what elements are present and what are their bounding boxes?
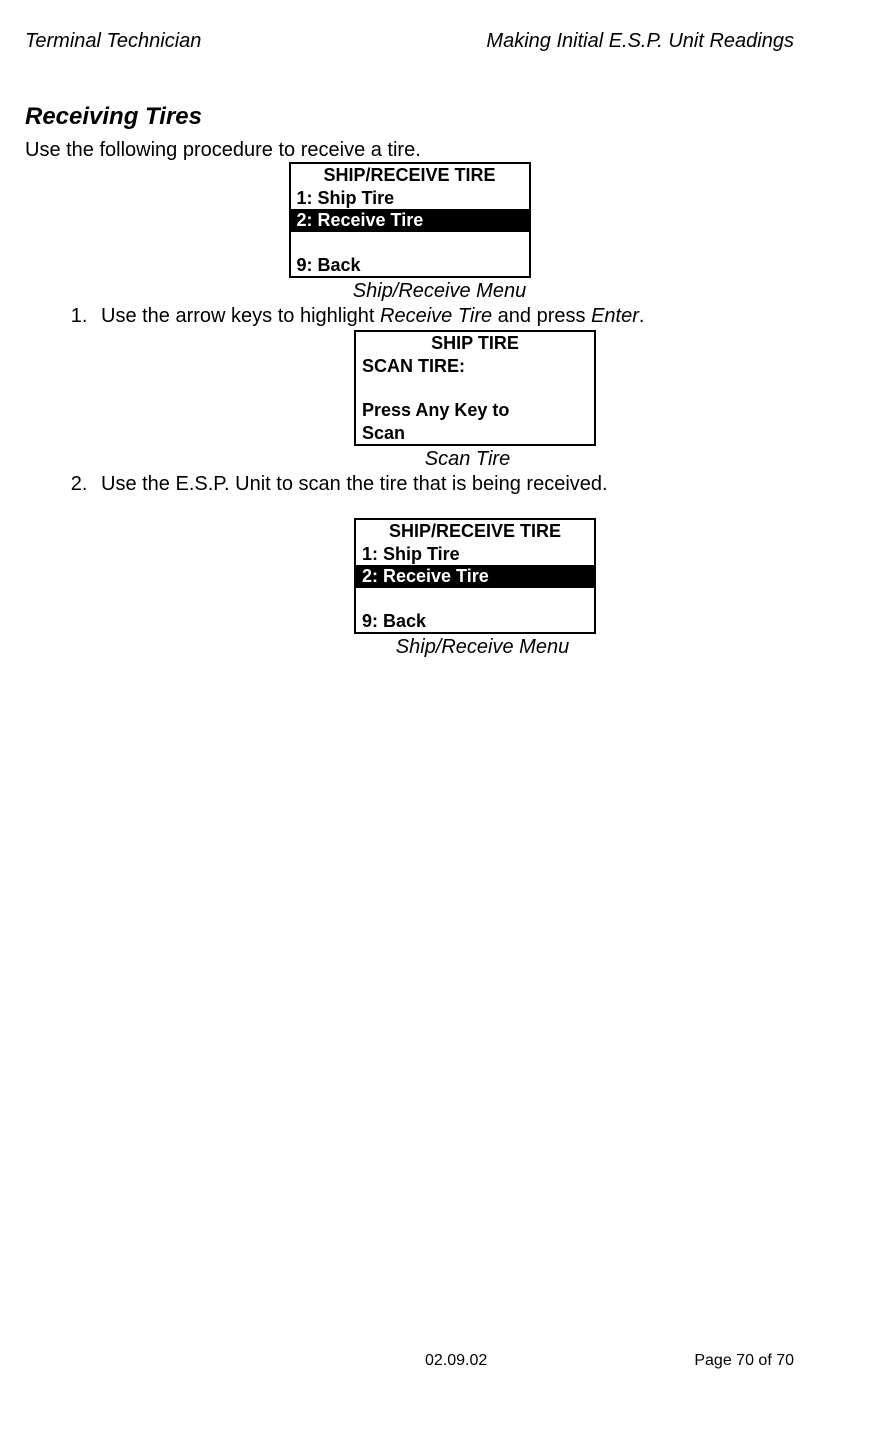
step-1: Use the arrow keys to highlight Receive … (93, 305, 794, 471)
scan-line-2: Press Any Key to (356, 399, 594, 422)
scan-line-1: SCAN TIRE: (356, 355, 594, 378)
blank-line (356, 377, 594, 399)
screen-menu-1: SHIP/RECEIVE TIRE 1: Ship Tire 2: Receiv… (25, 162, 794, 303)
menu-option-1: 1: Ship Tire (356, 543, 594, 566)
screen-caption: Ship/Receive Menu (25, 280, 794, 303)
header-left: Terminal Technician (25, 30, 201, 53)
page-footer: 02.09.02 Page 70 of 70 (25, 1352, 794, 1370)
blank-line (356, 588, 594, 610)
step-text-italic: Receive Tire (380, 305, 492, 327)
step-1-text: Use the arrow keys to highlight Receive … (101, 305, 794, 328)
menu-option-2-selected: 2: Receive Tire (291, 209, 529, 232)
footer-date: 02.09.02 (425, 1352, 487, 1370)
menu-option-2-selected: 2: Receive Tire (356, 565, 594, 588)
screen-title: SHIP/RECEIVE TIRE (356, 520, 594, 543)
footer-page: Page 70 of 70 (694, 1352, 794, 1370)
menu-back: 9: Back (356, 610, 594, 633)
step-2: Use the E.S.P. Unit to scan the tire tha… (93, 473, 794, 659)
screen-title: SHIP TIRE (356, 332, 594, 355)
step-text-part: Use the arrow keys to highlight (101, 305, 380, 327)
menu-back: 9: Back (291, 254, 529, 277)
page-header: Terminal Technician Making Initial E.S.P… (25, 30, 794, 53)
screen-menu-2: SHIP/RECEIVE TIRE 1: Ship Tire 2: Receiv… (101, 518, 794, 659)
step-text-part: and press (492, 305, 591, 327)
blank-line (291, 232, 529, 254)
screen-box: SHIP/RECEIVE TIRE 1: Ship Tire 2: Receiv… (289, 162, 531, 278)
section-title: Receiving Tires (25, 103, 794, 131)
intro-text: Use the following procedure to receive a… (25, 139, 794, 162)
header-right: Making Initial E.S.P. Unit Readings (486, 30, 794, 53)
screen-title: SHIP/RECEIVE TIRE (291, 164, 529, 187)
screen-box: SHIP/RECEIVE TIRE 1: Ship Tire 2: Receiv… (354, 518, 596, 634)
screen-caption: Ship/Receive Menu (101, 636, 794, 659)
step-text-italic: Enter (591, 305, 639, 327)
screen-scan: SHIP TIRE SCAN TIRE: Press Any Key to Sc… (101, 330, 794, 471)
menu-option-1: 1: Ship Tire (291, 187, 529, 210)
screen-box: SHIP TIRE SCAN TIRE: Press Any Key to Sc… (354, 330, 596, 446)
step-text-part: . (639, 305, 645, 327)
scan-line-3: Scan (356, 422, 594, 445)
step-2-text: Use the E.S.P. Unit to scan the tire tha… (101, 473, 794, 496)
screen-caption: Scan Tire (101, 448, 794, 471)
procedure-list: Use the arrow keys to highlight Receive … (25, 305, 794, 659)
